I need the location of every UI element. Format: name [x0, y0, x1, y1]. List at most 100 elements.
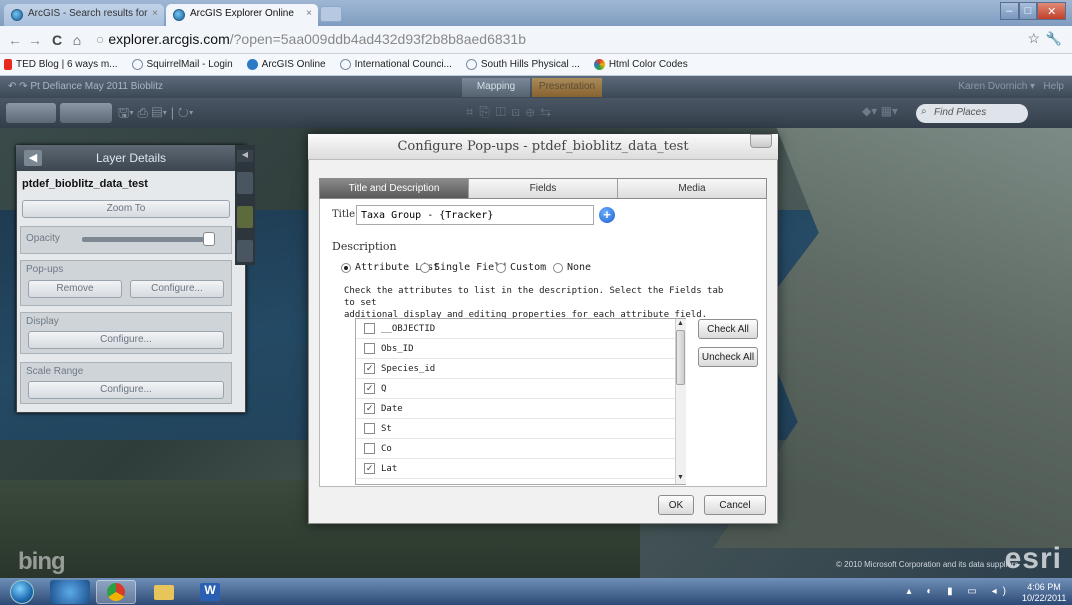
ie-icon[interactable] — [50, 580, 90, 604]
check-all-button[interactable]: Check All — [698, 319, 758, 339]
save-share-print-icons[interactable]: 🖫▾ ⎙ ▤▾ | ↻▾ — [118, 104, 194, 126]
list-item[interactable]: St — [356, 419, 676, 439]
radio-none[interactable]: None — [553, 262, 591, 273]
wrench-icon[interactable]: 🔧 — [1046, 31, 1062, 47]
bookmark-star-icon[interactable]: ☆ — [1027, 30, 1040, 47]
radio-custom[interactable]: Custom — [496, 262, 546, 273]
configure-display-button[interactable]: Configure... — [28, 331, 224, 349]
clock[interactable]: 4:06 PM 10/22/2011 — [1022, 582, 1066, 604]
contents-tab-icon[interactable] — [237, 172, 253, 194]
opacity-slider[interactable] — [82, 237, 214, 242]
ok-button[interactable]: OK — [658, 495, 694, 515]
list-item[interactable]: ✓ Q — [356, 379, 676, 399]
list-item[interactable]: Co — [356, 439, 676, 459]
reload-icon[interactable]: C — [48, 30, 66, 50]
start-button[interactable] — [4, 578, 40, 605]
edit-tab-icon[interactable] — [237, 206, 253, 228]
list-item[interactable]: __OBJECTID — [356, 319, 676, 339]
checkbox[interactable]: ✓ — [364, 403, 375, 414]
list-item[interactable]: ✓ Lat — [356, 459, 676, 479]
configure-popups-button[interactable]: Configure... — [130, 280, 224, 298]
scroll-up-icon[interactable]: ▲ — [676, 320, 685, 327]
scrollbar-thumb[interactable] — [676, 330, 685, 385]
tab-label: ArcGIS Explorer Online — [190, 8, 294, 19]
cancel-button[interactable]: Cancel — [704, 495, 766, 515]
windows-logo-icon — [10, 579, 34, 604]
list-item[interactable]: ✓ Species_id — [356, 359, 676, 379]
title-input[interactable] — [356, 205, 594, 225]
add-field-icon[interactable]: + — [599, 207, 615, 223]
description-label: Description — [332, 240, 397, 253]
globe-icon — [339, 59, 351, 70]
minimize-button[interactable]: – — [1000, 2, 1019, 20]
new-tab-button[interactable] — [320, 6, 342, 22]
maximize-button[interactable]: □ — [1018, 2, 1038, 20]
close-window-button[interactable]: ✕ — [1037, 2, 1067, 20]
tab-presentation[interactable]: Presentation — [532, 78, 602, 97]
checkbox[interactable] — [364, 343, 375, 354]
globe-icon: ○ — [96, 31, 105, 47]
user-menu[interactable]: Karen Dvornich ▾ Help — [958, 81, 1064, 92]
bookmark-international[interactable]: International Counci... — [339, 59, 452, 70]
app-title: ↶ ↷ Pt Defiance May 2011 Bioblitz — [8, 81, 163, 92]
system-tray-icons[interactable]: ▴ ◐ ▮ ▭ ◂) — [907, 586, 1012, 597]
back-arrow-icon[interactable]: ◀ — [24, 150, 42, 166]
layer-name: ptdef_bioblitz_data_test — [22, 178, 148, 190]
bookmark-html-color-codes[interactable]: Html Color Codes — [593, 59, 688, 70]
folder-icon[interactable] — [144, 580, 184, 604]
globe-icon — [131, 59, 143, 70]
contents-button[interactable] — [60, 103, 112, 123]
home-icon[interactable]: ⌂ — [68, 30, 86, 50]
checkbox[interactable] — [364, 443, 375, 454]
tab-media[interactable]: Media — [618, 179, 766, 198]
radio-single-field[interactable]: Single Field — [420, 262, 506, 273]
word-icon[interactable]: W — [190, 580, 230, 604]
opacity-label: Opacity — [26, 233, 60, 244]
list-item[interactable]: ✓ Date — [356, 399, 676, 419]
tab-mapping[interactable]: Mapping — [462, 78, 530, 97]
browser-tab-search-results[interactable]: ArcGIS - Search results for × — [4, 4, 164, 26]
checkbox[interactable]: ✓ — [364, 383, 375, 394]
checkbox[interactable]: ✓ — [364, 363, 375, 374]
browser-tab-explorer[interactable]: ArcGIS Explorer Online × — [166, 4, 318, 26]
checkbox[interactable] — [364, 323, 375, 334]
remove-popups-button[interactable]: Remove — [28, 280, 122, 298]
title-label: Title — [332, 209, 356, 220]
help-link[interactable]: Help — [1043, 81, 1064, 92]
checkbox[interactable]: ✓ — [364, 463, 375, 474]
scroll-down-icon[interactable]: ▼ — [676, 474, 685, 481]
opacity-slider-handle[interactable] — [203, 232, 215, 246]
close-tab-icon[interactable]: × — [306, 8, 312, 19]
home-button[interactable] — [6, 103, 56, 123]
bookmark-south-hills[interactable]: South Hills Physical ... — [465, 59, 580, 70]
close-tab-icon[interactable]: × — [152, 8, 158, 19]
list-item[interactable]: Obs_ID — [356, 339, 676, 359]
bookmark-squirrelmail[interactable]: SquirrelMail - Login — [131, 59, 233, 70]
search-icon: ⌕ — [921, 106, 927, 117]
basemap-layers-icons[interactable]: ◆▾ ▦▾ — [862, 104, 898, 118]
layer-details-header: Layer Details — [16, 145, 246, 171]
collapse-panel-icon[interactable]: ◀ — [237, 150, 253, 162]
tab-fields[interactable]: Fields — [469, 179, 618, 198]
back-arrow-icon[interactable]: ← — [6, 30, 24, 50]
chrome-icon[interactable] — [96, 580, 136, 604]
bookmark-arcgis-online[interactable]: ArcGIS Online — [246, 59, 326, 70]
find-places-input[interactable]: ⌕ Find Places — [916, 104, 1028, 123]
dialog-title: Configure Pop-ups - ptdef_bioblitz_data_… — [308, 134, 778, 160]
map-tools-icons[interactable]: ⌗⎘◫⊡⊕⇆ — [466, 104, 557, 120]
legend-tab-icon[interactable] — [237, 240, 253, 262]
configure-scale-button[interactable]: Configure... — [28, 381, 224, 399]
bookmarks-bar: TED Blog | 6 ways m... SquirrelMail - Lo… — [0, 54, 1072, 76]
dialog-close-button[interactable] — [750, 134, 772, 148]
ted-icon — [4, 59, 12, 70]
esri-logo: esri — [1004, 542, 1062, 575]
scale-range-label: Scale Range — [26, 366, 84, 377]
uncheck-all-button[interactable]: Uncheck All — [698, 347, 758, 367]
bookmark-ted[interactable]: TED Blog | 6 ways m... — [4, 59, 118, 70]
forward-arrow-icon[interactable]: → — [26, 30, 44, 50]
zoom-to-button[interactable]: Zoom To — [22, 200, 230, 218]
display-label: Display — [26, 316, 59, 327]
checkbox[interactable] — [364, 423, 375, 434]
url-field[interactable]: ○ explorer.arcgis.com/?open=5aa009ddb4ad… — [96, 30, 1026, 50]
tab-title-description[interactable]: Title and Description — [320, 179, 469, 198]
